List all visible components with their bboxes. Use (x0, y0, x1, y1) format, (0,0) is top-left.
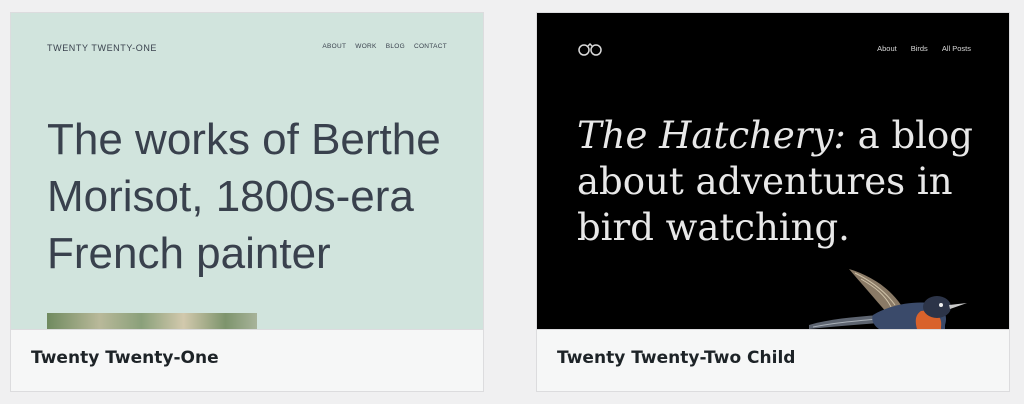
theme-card-footer[interactable]: Twenty Twenty-One (11, 329, 483, 391)
preview-headline: The Hatchery: a blog about adventures in… (577, 113, 977, 251)
preview-nav-item: About (877, 44, 897, 53)
preview-nav-item: Birds (910, 44, 928, 53)
theme-name: Twenty Twenty-Two Child (557, 348, 796, 368)
theme-screenshot[interactable]: About Birds All Posts The Hatchery: a bl… (537, 13, 1009, 329)
preview-headline: The works of Berthe Morisot, 1800s-era F… (47, 115, 441, 278)
preview-nav: About Birds All Posts (877, 44, 971, 53)
preview-headline-italic: The Hatchery: (577, 114, 846, 157)
preview-nav-item: ABOUT (322, 43, 347, 50)
theme-card-twenty-twenty-one[interactable]: TWENTY TWENTY-ONE ABOUT WORK BLOG CONTAC… (10, 12, 484, 392)
theme-screenshot[interactable]: TWENTY TWENTY-ONE ABOUT WORK BLOG CONTAC… (11, 13, 483, 329)
preview-nav-item: WORK (355, 43, 377, 50)
binoculars-icon (578, 42, 602, 56)
preview-nav-item: BLOG (385, 43, 405, 50)
theme-card-twenty-twenty-two-child[interactable]: About Birds All Posts The Hatchery: a bl… (536, 12, 1010, 392)
preview-nav-item: CONTACT (413, 43, 447, 50)
bird-illustration (809, 269, 967, 329)
preview-painting-image (47, 313, 257, 329)
preview-site-title: TWENTY TWENTY-ONE (47, 43, 158, 53)
preview-nav: ABOUT WORK BLOG CONTACT (322, 43, 447, 50)
preview-nav-item: All Posts (941, 44, 971, 53)
theme-card-footer[interactable]: Twenty Twenty-Two Child (537, 329, 1009, 391)
theme-name: Twenty Twenty-One (31, 348, 219, 368)
